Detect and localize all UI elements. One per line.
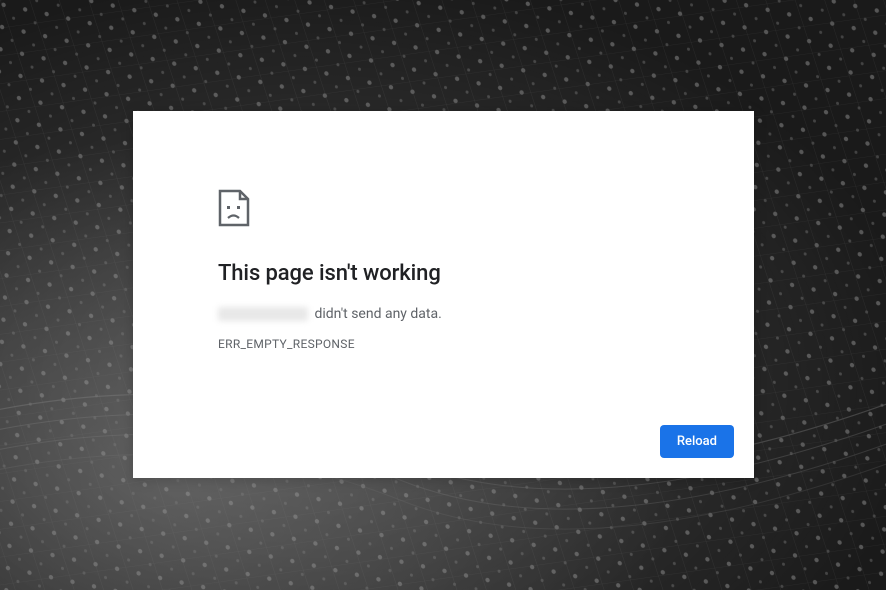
error-message-suffix: didn't send any data. bbox=[314, 306, 441, 322]
error-title: This page isn't working bbox=[218, 261, 669, 286]
error-card: This page isn't working didn't send any … bbox=[133, 111, 754, 478]
sad-page-icon bbox=[218, 189, 250, 227]
reload-button[interactable]: Reload bbox=[660, 425, 734, 458]
error-message: didn't send any data. bbox=[218, 304, 669, 325]
redacted-hostname bbox=[218, 307, 308, 321]
error-code: ERR_EMPTY_RESPONSE bbox=[218, 337, 669, 351]
